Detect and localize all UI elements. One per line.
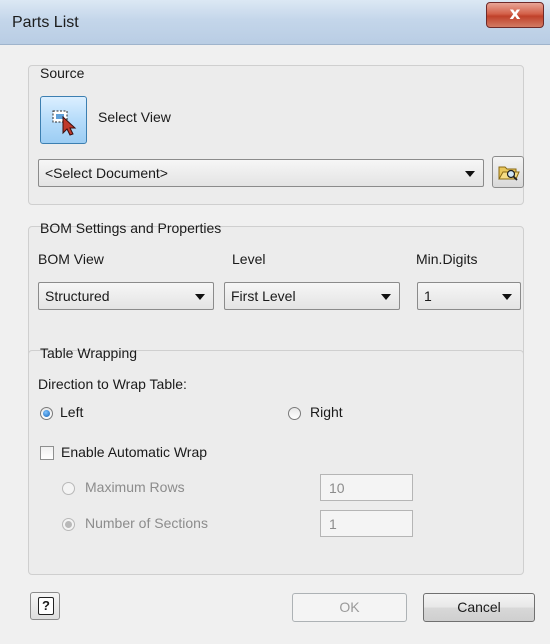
- bom-settings-group-title: BOM Settings and Properties: [40, 220, 222, 236]
- wrap-direction-label: Direction to Wrap Table:: [38, 376, 187, 392]
- browse-document-button[interactable]: [492, 156, 524, 188]
- wrap-left-label[interactable]: Left: [60, 404, 83, 420]
- wrap-left-radio[interactable]: [40, 407, 53, 420]
- maximum-rows-label: Maximum Rows: [85, 479, 185, 495]
- source-group-title: Source: [40, 65, 85, 81]
- close-button[interactable]: x: [486, 2, 544, 28]
- window-title: Parts List: [12, 14, 79, 31]
- bom-view-label: BOM View: [38, 251, 104, 267]
- wrap-right-radio[interactable]: [288, 407, 301, 420]
- document-select-value: <Select Document>: [45, 165, 168, 181]
- ok-button[interactable]: OK: [292, 593, 407, 622]
- help-button[interactable]: ?: [30, 592, 60, 620]
- min-digits-label: Min.Digits: [416, 251, 478, 267]
- title-bar[interactable]: Parts List x: [0, 0, 550, 45]
- chevron-down-icon: [195, 294, 205, 300]
- select-view-cursor-icon: [52, 110, 77, 136]
- number-of-sections-radio[interactable]: [62, 518, 75, 531]
- level-select[interactable]: First Level: [224, 282, 400, 310]
- dialog-body: Source Select View <Select Document> BOM…: [10, 45, 540, 639]
- table-wrapping-group-title: Table Wrapping: [40, 345, 138, 361]
- open-folder-icon: [498, 166, 520, 181]
- level-value: First Level: [231, 288, 296, 304]
- bom-view-value: Structured: [45, 288, 110, 304]
- chevron-down-icon: [465, 171, 475, 177]
- auto-wrap-label[interactable]: Enable Automatic Wrap: [61, 444, 207, 460]
- help-icon: ?: [38, 597, 54, 615]
- number-of-sections-label: Number of Sections: [85, 515, 208, 531]
- chevron-down-icon: [381, 294, 391, 300]
- maximum-rows-radio[interactable]: [62, 482, 75, 495]
- cancel-button[interactable]: Cancel: [423, 593, 535, 622]
- min-digits-select[interactable]: 1: [417, 282, 521, 310]
- select-view-label: Select View: [98, 109, 171, 125]
- close-icon: x: [509, 4, 521, 24]
- maximum-rows-field[interactable]: 10: [320, 474, 413, 501]
- select-view-button[interactable]: [40, 96, 87, 144]
- wrap-right-label[interactable]: Right: [310, 404, 343, 420]
- auto-wrap-checkbox[interactable]: [40, 446, 54, 460]
- bom-view-select[interactable]: Structured: [38, 282, 214, 310]
- min-digits-value: 1: [424, 288, 432, 304]
- level-label: Level: [232, 251, 266, 267]
- chevron-down-icon: [502, 294, 512, 300]
- number-of-sections-field[interactable]: 1: [320, 510, 413, 537]
- document-select[interactable]: <Select Document>: [38, 159, 484, 187]
